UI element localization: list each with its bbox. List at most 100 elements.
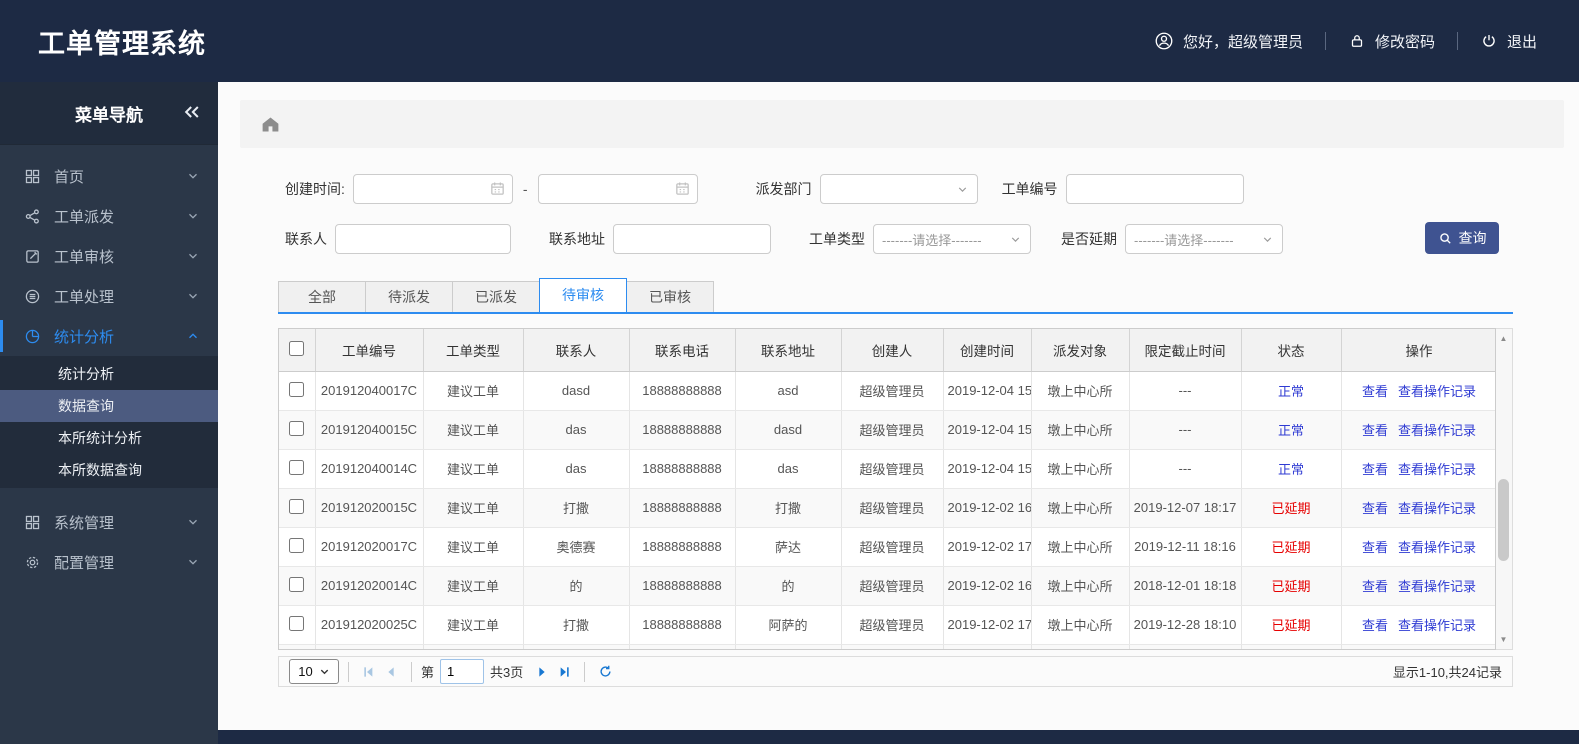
tab-pending-dispatch[interactable]: 待派发 [365, 281, 453, 312]
row-checkbox[interactable] [289, 498, 305, 514]
view-link[interactable]: 查看 [1362, 423, 1388, 438]
cell-id: 201912040014C [315, 449, 424, 489]
delay-select[interactable]: -------请选择------- [1125, 224, 1283, 254]
table-scrollbar[interactable]: ▲ ▼ [1496, 328, 1513, 650]
view-link[interactable]: 查看 [1362, 618, 1388, 633]
divider [1456, 32, 1458, 50]
collapse-sidebar-icon[interactable] [182, 102, 202, 122]
view-link[interactable]: 查看 [1362, 501, 1388, 516]
sidebar-item-label: 工单处理 [54, 288, 115, 306]
view-log-link[interactable]: 查看操作记录 [1398, 579, 1476, 594]
cell-contact: dasd [523, 371, 630, 411]
cell-target: 墩上中心所 [1031, 410, 1130, 450]
process-icon [24, 288, 41, 305]
scroll-up-icon[interactable]: ▲ [1496, 331, 1511, 346]
cell-deadline: --- [1129, 449, 1242, 489]
submenu-item-data-query[interactable]: 数据查询 [0, 390, 218, 422]
view-log-link[interactable]: 查看操作记录 [1398, 618, 1476, 633]
calendar-icon[interactable] [489, 180, 506, 197]
contact-label: 联系人 [285, 231, 327, 247]
tab-all[interactable]: 全部 [278, 281, 366, 312]
cell-creator: 超级管理员 [841, 449, 944, 489]
view-log-link[interactable]: 查看操作记录 [1398, 423, 1476, 438]
sidebar-item-home[interactable]: 首页 [0, 156, 218, 196]
next-page-button[interactable] [531, 661, 553, 683]
user-greeting[interactable]: 您好，超级管理员 [1154, 31, 1303, 52]
calendar-icon[interactable] [674, 180, 691, 197]
view-log-link[interactable]: 查看操作记录 [1398, 540, 1476, 555]
submenu-item-statistics[interactable]: 统计分析 [0, 358, 218, 390]
change-password-button[interactable]: 修改密码 [1348, 31, 1435, 52]
sidebar: 菜单导航 首页 工单派发 工单审核 工单处理 统计分析 统计分析 数据查询 本所… [0, 82, 218, 744]
view-link[interactable]: 查看 [1362, 579, 1388, 594]
search-button[interactable]: 查询 [1425, 222, 1499, 254]
select-all-checkbox[interactable] [289, 340, 305, 356]
refresh-icon[interactable] [594, 661, 616, 683]
cell-phone: 18888888888 [629, 527, 736, 567]
view-link[interactable]: 查看 [1362, 462, 1388, 477]
cell-created: 2019-12-04 15 [943, 449, 1032, 489]
range-separator: - [522, 181, 528, 197]
first-page-button[interactable] [358, 661, 380, 683]
order-type-select[interactable]: -------请选择------- [873, 224, 1031, 254]
sidebar-title: 菜单导航 [75, 105, 143, 125]
last-page-button[interactable] [553, 661, 575, 683]
sidebar-item-label: 配置管理 [54, 554, 115, 572]
order-no-label: 工单编号 [1001, 181, 1058, 197]
row-checkbox[interactable] [289, 381, 305, 397]
cell-actions: 查看 查看操作记录 [1341, 410, 1495, 450]
home-icon[interactable] [260, 114, 281, 135]
sidebar-nav: 首页 工单派发 工单审核 工单处理 统计分析 统计分析 数据查询 本所统计分析 … [0, 144, 218, 582]
sidebar-item-process[interactable]: 工单处理 [0, 276, 218, 316]
prev-page-button[interactable] [380, 661, 402, 683]
top-header: 工单管理系统 您好，超级管理员 修改密码 退出 [0, 0, 1579, 82]
cell-empty [1341, 644, 1495, 649]
submenu-item-local-statistics[interactable]: 本所统计分析 [0, 422, 218, 454]
sidebar-item-system[interactable]: 系统管理 [0, 502, 218, 542]
cell-empty [1031, 644, 1130, 649]
contact-input[interactable] [335, 224, 511, 254]
tab-dispatched[interactable]: 已派发 [452, 281, 540, 312]
chevron-down-icon [186, 555, 200, 569]
row-checkbox-cell [279, 566, 316, 606]
tab-reviewed[interactable]: 已审核 [626, 281, 714, 312]
row-checkbox[interactable] [289, 420, 305, 436]
view-link[interactable]: 查看 [1362, 384, 1388, 399]
order-no-input[interactable] [1065, 174, 1244, 204]
address-input[interactable] [613, 224, 771, 254]
scroll-down-icon[interactable]: ▼ [1496, 632, 1511, 647]
page-size-select[interactable]: 10 [289, 659, 339, 684]
cell-created: 2019-12-04 15 [943, 410, 1032, 450]
cell-address: 的 [735, 566, 842, 606]
cell-status: 已延期 [1241, 527, 1342, 567]
cell-address: 阿萨的 [735, 605, 842, 645]
row-checkbox[interactable] [289, 615, 305, 631]
row-checkbox[interactable] [289, 537, 305, 553]
logout-button[interactable]: 退出 [1480, 31, 1537, 52]
view-log-link[interactable]: 查看操作记录 [1398, 462, 1476, 477]
row-checkbox[interactable] [289, 576, 305, 592]
view-link[interactable]: 查看 [1362, 540, 1388, 555]
dispatch-dept-select[interactable] [819, 174, 978, 204]
cell-type: 建议工单 [423, 449, 524, 489]
cell-created: 2019-12-02 17 [943, 527, 1032, 567]
view-log-link[interactable]: 查看操作记录 [1398, 501, 1476, 516]
cell-id: 201912040015C [315, 410, 424, 450]
sidebar-item-review[interactable]: 工单审核 [0, 236, 218, 276]
submenu-item-local-data-query[interactable]: 本所数据查询 [0, 454, 218, 486]
row-checkbox-cell [279, 644, 316, 649]
page-number-input[interactable] [440, 659, 485, 684]
sidebar-item-statistics[interactable]: 统计分析 [0, 316, 218, 356]
scrollbar-thumb[interactable] [1498, 479, 1509, 561]
col-status: 状态 [1241, 329, 1342, 372]
sidebar-item-config[interactable]: 配置管理 [0, 542, 218, 582]
tab-pending-review[interactable]: 待审核 [539, 278, 627, 312]
chevron-up-icon [186, 329, 200, 343]
cell-phone: 18888888888 [629, 488, 736, 528]
row-checkbox[interactable] [289, 459, 305, 475]
view-log-link[interactable]: 查看操作记录 [1398, 384, 1476, 399]
page-size-value: 10 [298, 664, 313, 679]
cell-created: 2019-12-02 17 [943, 605, 1032, 645]
table-row: 201912040014C 建议工单 das 18888888888 das 超级管理员 2… [279, 449, 1495, 489]
sidebar-item-dispatch[interactable]: 工单派发 [0, 196, 218, 236]
